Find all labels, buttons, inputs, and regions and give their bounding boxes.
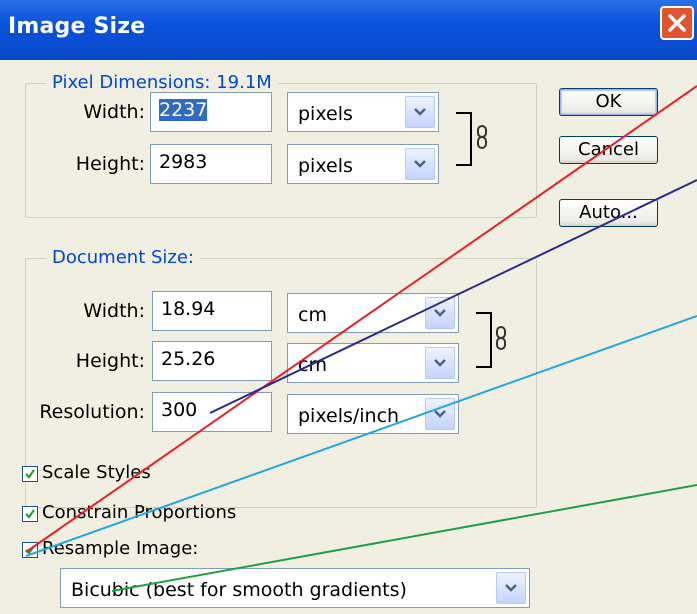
pixel-link-bracket xyxy=(456,112,472,166)
dropdown-arrow[interactable] xyxy=(405,148,435,180)
resolution-label: Resolution: xyxy=(39,401,145,423)
dropdown-arrow[interactable] xyxy=(496,572,526,604)
dropdown-arrow[interactable] xyxy=(425,297,455,329)
pixel-dimensions-legend: Pixel Dimensions: 19.1M xyxy=(46,72,278,93)
dropdown-arrow[interactable] xyxy=(405,96,435,128)
chevron-down-icon xyxy=(434,359,446,367)
cancel-button[interactable]: Cancel xyxy=(559,136,658,164)
document-link-bracket xyxy=(476,312,492,368)
checkmark-icon xyxy=(25,545,35,555)
pixel-height-label: Height: xyxy=(75,153,145,175)
constrain-proportions-label: Constrain Proportions xyxy=(42,502,237,523)
doc-height-label: Height: xyxy=(75,350,145,372)
pixel-height-input[interactable]: 2983 xyxy=(150,144,272,184)
doc-width-input[interactable]: 18.94 xyxy=(152,291,272,331)
chevron-down-icon xyxy=(434,410,446,418)
ok-button[interactable]: OK xyxy=(559,88,658,116)
checkmark-icon xyxy=(25,509,35,519)
chain-link-icon xyxy=(477,125,487,149)
doc-height-unit-select[interactable]: cm xyxy=(287,343,459,383)
title-bar: Image Size xyxy=(0,0,697,60)
resolution-unit-select[interactable]: pixels/inch xyxy=(287,394,459,434)
resample-image-label: Resample Image: xyxy=(42,538,199,559)
close-icon xyxy=(668,14,686,32)
document-size-legend: Document Size: xyxy=(46,247,200,268)
close-button[interactable] xyxy=(660,6,694,40)
image-size-dialog: Pixel Dimensions: 19.1M Width: 2237 pixe… xyxy=(0,60,697,614)
chevron-down-icon xyxy=(505,584,517,592)
chevron-down-icon xyxy=(414,160,426,168)
chain-link-icon xyxy=(496,326,506,350)
chevron-down-icon xyxy=(434,309,446,317)
dropdown-arrow[interactable] xyxy=(425,398,455,430)
pixel-width-label: Width: xyxy=(83,101,145,123)
constrain-proportions-checkbox[interactable] xyxy=(22,506,38,522)
scale-styles-checkbox[interactable] xyxy=(22,466,38,482)
auto-button[interactable]: Auto... xyxy=(559,199,658,227)
doc-height-input[interactable]: 25.26 xyxy=(152,341,272,381)
doc-width-unit-select[interactable]: cm xyxy=(287,293,459,333)
scale-styles-label: Scale Styles xyxy=(42,462,151,483)
pixel-width-unit-select[interactable]: pixels xyxy=(287,92,439,132)
dropdown-arrow[interactable] xyxy=(425,347,455,379)
pixel-height-unit-select[interactable]: pixels xyxy=(287,144,439,184)
chevron-down-icon xyxy=(414,108,426,116)
window-title: Image Size xyxy=(8,14,146,39)
checkmark-icon xyxy=(25,469,35,479)
doc-width-label: Width: xyxy=(83,300,145,322)
resample-method-select[interactable]: Bicubic (best for smooth gradients) xyxy=(60,568,530,608)
resolution-input[interactable]: 300 xyxy=(152,392,272,432)
pixel-width-input[interactable]: 2237 xyxy=(150,92,272,132)
resample-image-checkbox[interactable] xyxy=(22,542,38,558)
